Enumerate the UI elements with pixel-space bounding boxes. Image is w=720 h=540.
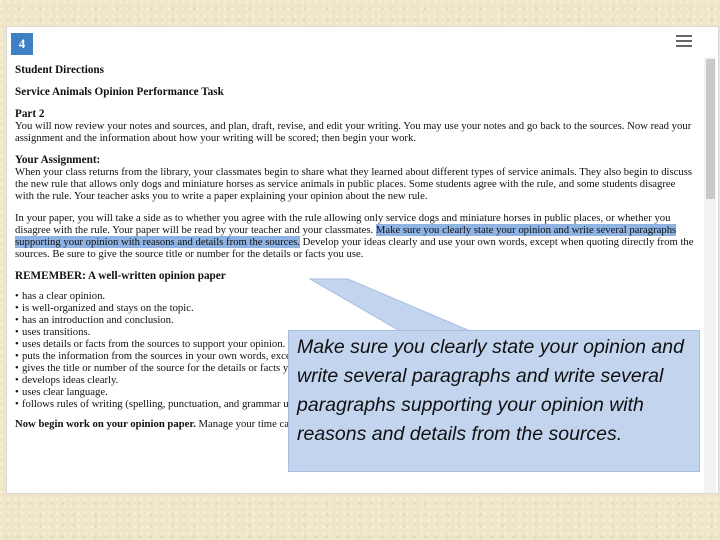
callout-box: Make sure you clearly state your opinion…: [288, 330, 700, 472]
